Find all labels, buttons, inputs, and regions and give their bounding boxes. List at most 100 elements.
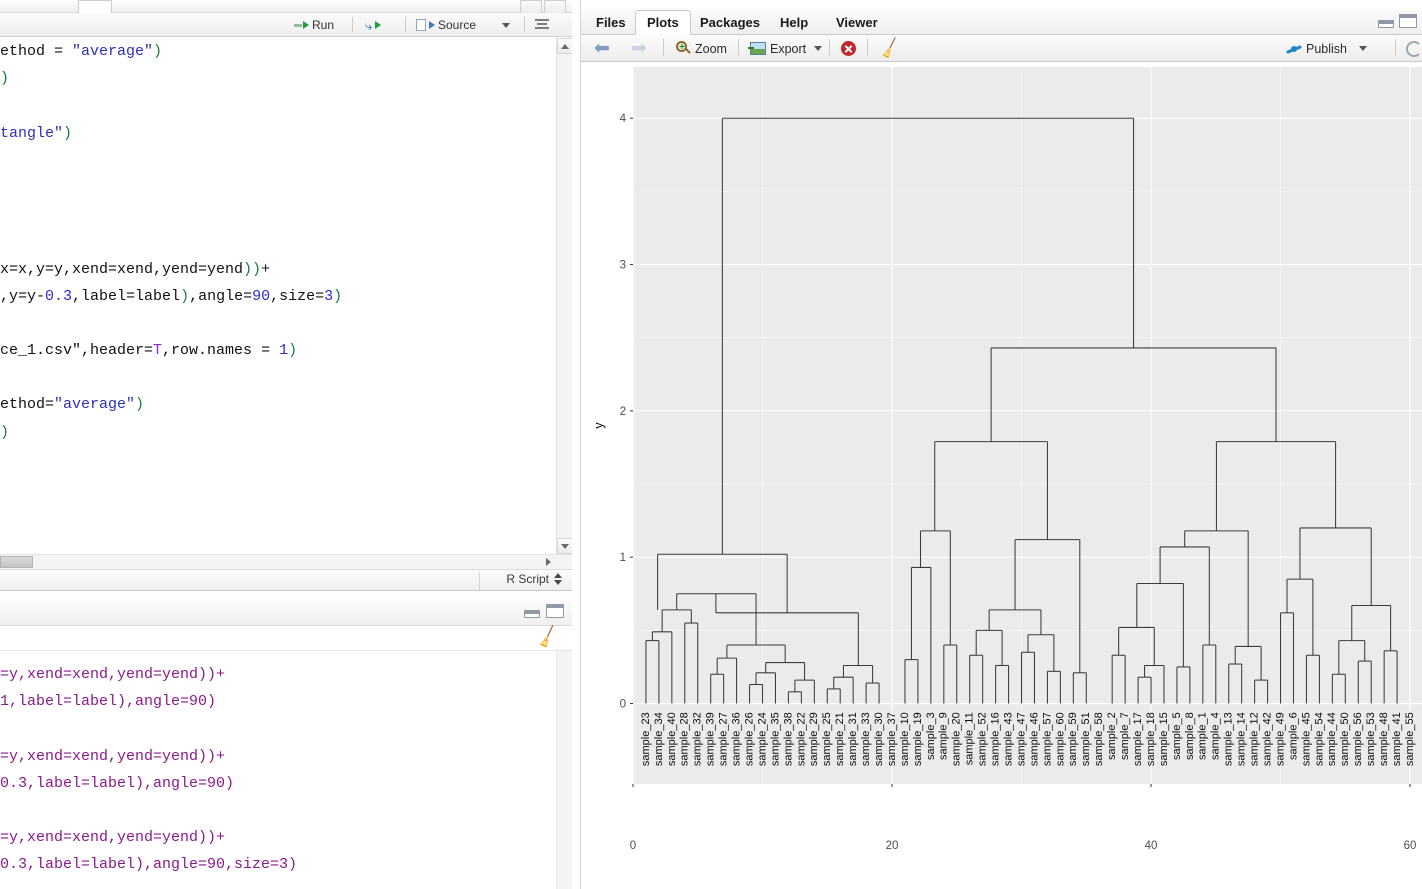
tab-viewer-label: Viewer [836,15,878,30]
code-line: ) [0,70,10,88]
code-line: x=x,y=y,xend=xend,yend=yend))+ [0,260,271,278]
maximize-icon[interactable] [1399,14,1417,28]
y-tick-label: 1 [620,552,626,564]
leaf-label: sample_12 [1249,712,1261,766]
leaf-label: sample_59 [1067,712,1079,766]
document-type-selector[interactable]: R Script [506,572,562,586]
run-button[interactable]: Run [292,15,336,35]
rerun-arrow-icon [375,21,382,29]
zoom-button[interactable]: + Zoom [673,37,730,60]
leaf-label: sample_29 [808,712,820,766]
chevron-down-icon [502,22,510,28]
source-minimize-stub[interactable] [520,0,542,13]
back-button[interactable]: ⬅ [591,37,613,60]
statusbar-separator [479,572,480,590]
tab-plots[interactable]: Plots [635,10,691,35]
console-line: =y,xend=xend,yend=yend))+ [0,747,226,765]
y-tick-label: 0 [620,699,626,711]
clear-all-plots-icon: 🧹 [878,37,903,61]
leaf-label: sample_6 [1287,712,1299,760]
plots-window-controls [1378,14,1417,28]
scrollbar-thumb[interactable] [0,556,33,568]
leaf-label: sample_35 [769,712,781,766]
leaf-label: sample_33 [860,712,872,766]
scroll-up-button[interactable] [557,38,572,54]
leaf-label: sample_57 [1041,712,1053,766]
leaf-label: sample_55 [1404,712,1416,766]
rerun-button[interactable]: ⤷ [363,15,383,35]
scroll-down-button[interactable] [557,538,572,554]
code-line: ce_1.csv",header=T,row.names = 1) [0,342,298,360]
source-code[interactable]: ethod = "average")) tangle") x=x,y=y,xend=… [0,38,556,554]
tab-files[interactable]: Files [585,10,637,35]
leaf-label: sample_10 [899,712,911,766]
dendrogram-plot: sample_23 sample_34 sample_40 sample_28 samp… [592,67,1422,852]
source-options-button[interactable] [500,15,512,35]
publish-button[interactable]: Publish [1283,37,1370,60]
console-text: =y,xend=xend,yend=yend))+ 1,label=label),… [0,661,556,879]
leaf-label: sample_2 [1106,712,1118,760]
source-tab-stub[interactable] [78,0,112,13]
console-line: 0.3,label=label),angle=90) [0,774,235,792]
console-scrollbar[interactable] [556,651,572,889]
leaf-label: sample_3 [925,712,937,760]
minimize-icon[interactable] [1378,20,1394,28]
leaf-label: sample_37 [886,712,898,766]
leaf-label: sample_26 [743,712,755,766]
chevron-down-icon [1359,46,1367,51]
leaf-label: sample_11 [964,712,976,765]
leaf-label: sample_22 [795,712,807,766]
leaf-label: sample_52 [977,712,989,766]
plot-canvas[interactable]: sample_23 sample_34 sample_40 sample_28 samp… [581,62,1422,889]
leaf-label: sample_4 [1210,712,1222,760]
tab-help[interactable]: Help [769,10,819,35]
export-button[interactable]: Export [747,37,825,60]
source-button[interactable]: Source [414,15,478,35]
tab-packages-label: Packages [700,15,760,30]
leaf-label: sample_16 [990,712,1002,766]
leaf-label: sample_13 [1223,712,1235,766]
leaf-label: sample_44 [1326,712,1338,766]
console-output[interactable]: =y,xend=xend,yend=yend))+ 1,label=label),… [0,651,572,889]
leaf-label: sample_17 [1132,712,1144,766]
console-titlebar [0,598,572,626]
source-tabbar [0,0,572,13]
rstudio-window: Run ⤷ Source ethod = "average")) tangle… [0,0,1422,889]
editor-vertical-scrollbar[interactable] [556,38,572,554]
refresh-icon [1406,40,1422,57]
leaf-label: sample_58 [1093,712,1105,766]
clear-console-icon[interactable]: 🧹 [534,625,560,650]
leaf-label: sample_53 [1365,712,1377,766]
leaf-label: sample_21 [834,712,846,766]
code-line: ) [0,423,10,441]
plots-pane: Files Plots Packages Help Viewer ⬅ ➡ + Z… [580,0,1422,889]
leaf-label: sample_47 [1015,712,1027,766]
leaf-label: sample_48 [1378,712,1390,766]
refresh-button[interactable] [1403,37,1422,60]
toolbar-separator-4 [867,39,868,56]
tab-help-label: Help [780,15,809,30]
y-tick-label: 2 [620,406,626,418]
toolbar-separator-2 [405,17,406,32]
leaf-label: sample_14 [1236,712,1248,766]
show-outline-icon [535,19,549,31]
source-maximize-stub[interactable] [544,0,566,13]
minimize-icon[interactable] [524,610,540,618]
chevron-right-icon [545,558,551,566]
editor-horizontal-scrollbar[interactable] [0,554,572,569]
maximize-icon[interactable] [546,604,564,618]
forward-button[interactable]: ➡ [628,37,650,60]
clear-all-plots-button[interactable]: 🧹 [877,37,903,60]
tab-viewer[interactable]: Viewer [825,10,889,35]
scroll-right-button[interactable] [540,555,556,569]
tab-packages[interactable]: Packages [689,10,771,35]
remove-plot-button[interactable] [838,37,859,60]
leaf-label: sample_42 [1261,712,1273,766]
source-editor[interactable]: ethod = "average")) tangle") x=x,y=y,xend=… [0,38,572,554]
plots-tabbar: Files Plots Packages Help Viewer [581,8,1422,35]
show-outline-button[interactable] [533,15,551,35]
